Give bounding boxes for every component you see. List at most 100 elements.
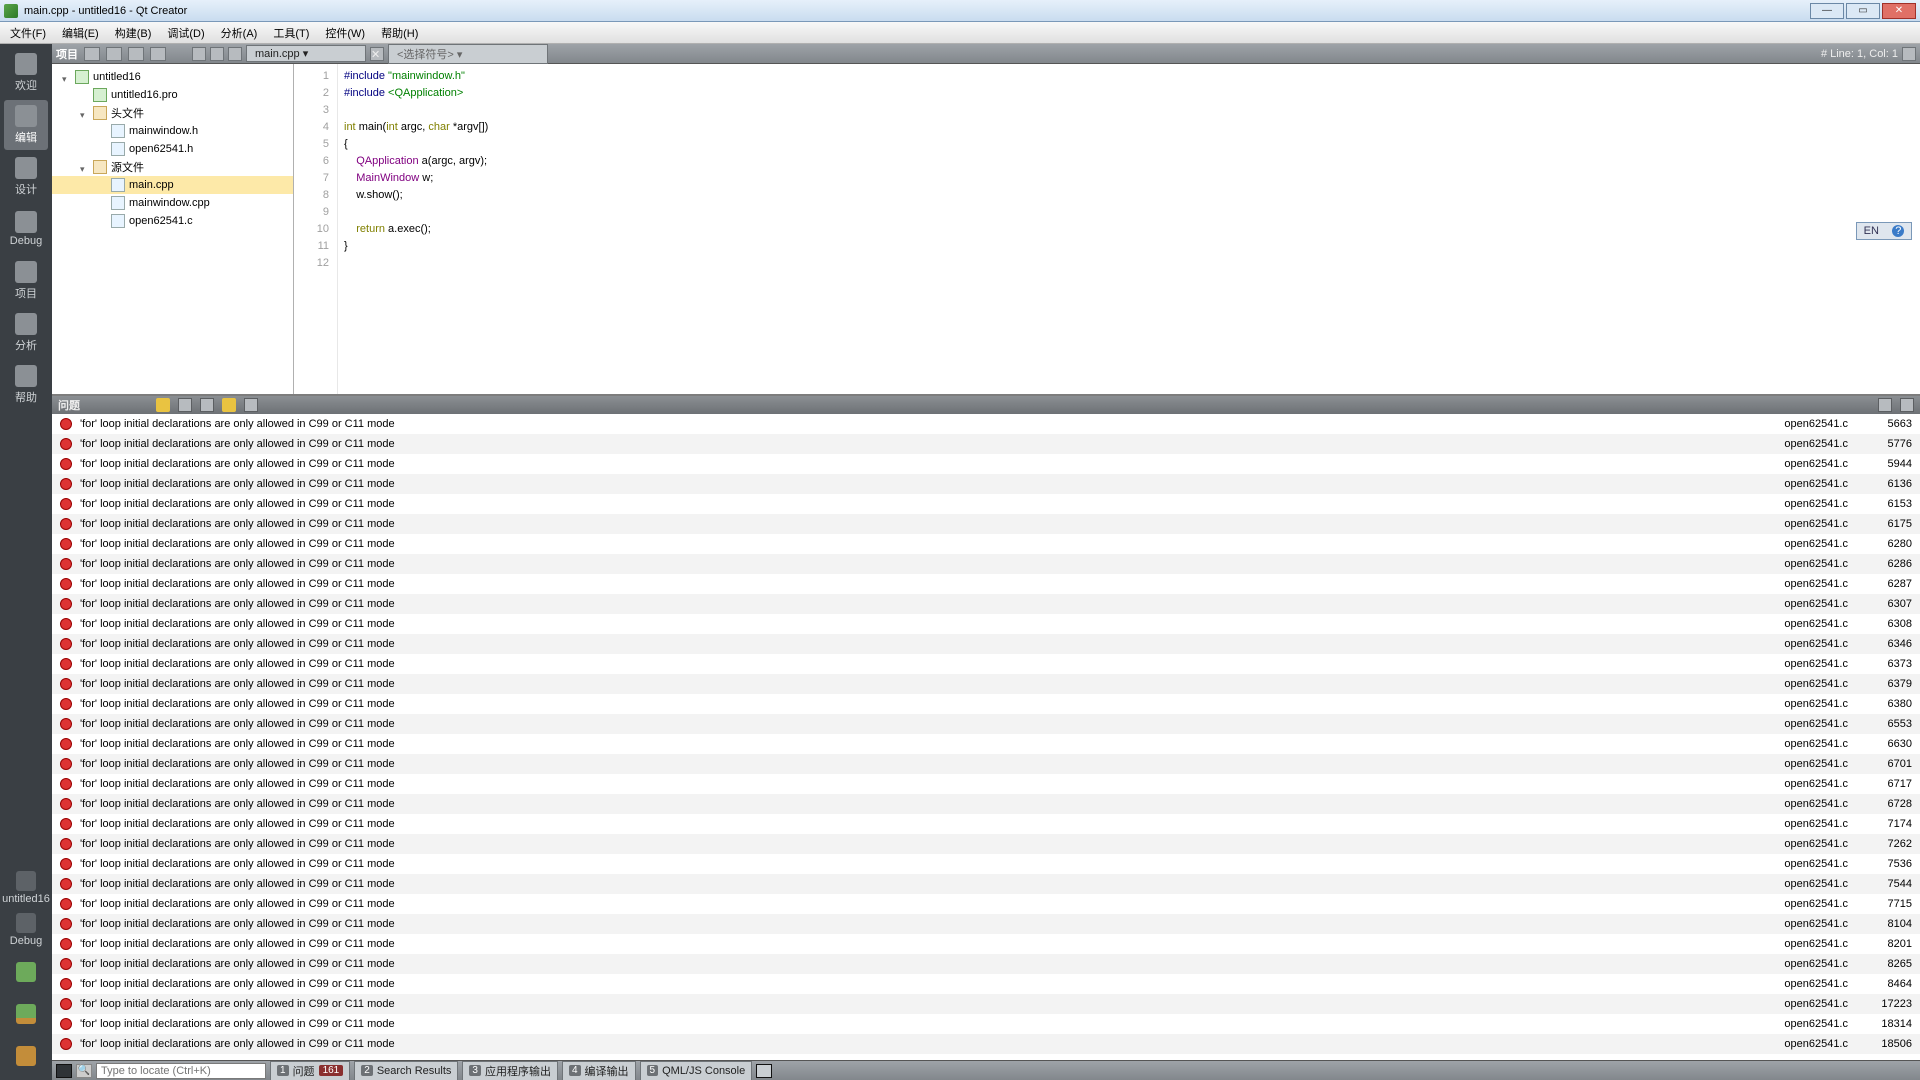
open-file-tab[interactable]: main.cpp ▾ [246,45,366,62]
progress-toggle-icon[interactable] [756,1064,772,1078]
build-button[interactable] [4,1036,48,1076]
tree-caret-icon[interactable] [62,73,71,82]
issue-row[interactable]: 'for' loop initial declarations are only… [52,874,1920,894]
issues-list[interactable]: 'for' loop initial declarations are only… [52,414,1920,1060]
issue-row[interactable]: 'for' loop initial declarations are only… [52,574,1920,594]
issue-row[interactable]: 'for' loop initial declarations are only… [52,1034,1920,1054]
output-tab[interactable]: 5QML/JS Console [640,1061,753,1080]
ime-help-icon[interactable]: ? [1892,225,1904,237]
menu-item[interactable]: 构建(B) [109,23,158,43]
editor-split-icon[interactable] [1902,47,1916,61]
issue-row[interactable]: 'for' loop initial declarations are only… [52,534,1920,554]
locator-input[interactable] [96,1063,266,1079]
issue-row[interactable]: 'for' loop initial declarations are only… [52,594,1920,614]
menu-item[interactable]: 工具(T) [267,23,315,43]
mode-welcome[interactable]: 欢迎 [4,48,48,98]
issues-filter-icon[interactable] [244,398,258,412]
issue-row[interactable]: 'for' loop initial declarations are only… [52,834,1920,854]
tree-project[interactable]: untitled16 [52,68,293,86]
issue-row[interactable]: 'for' loop initial declarations are only… [52,894,1920,914]
doc-list-icon[interactable] [228,47,242,61]
warning-filter-icon[interactable] [156,398,170,412]
warning-icon[interactable] [222,398,236,412]
tree-caret-icon[interactable] [98,181,107,190]
issue-row[interactable]: 'for' loop initial declarations are only… [52,794,1920,814]
tree-caret-icon[interactable] [80,91,89,100]
menu-item[interactable]: 编辑(E) [56,23,105,43]
issue-row[interactable]: 'for' loop initial declarations are only… [52,734,1920,754]
issue-row[interactable]: 'for' loop initial declarations are only… [52,414,1920,434]
issue-row[interactable]: 'for' loop initial declarations are only… [52,554,1920,574]
tree-folder[interactable]: 头文件 [52,104,293,122]
sync-icon[interactable] [106,47,122,61]
close-pane-icon[interactable] [150,47,166,61]
tree-caret-icon[interactable] [98,145,107,154]
issue-row[interactable]: 'for' loop initial declarations are only… [52,994,1920,1014]
tree-file[interactable]: open62541.h [52,140,293,158]
ime-language-bar[interactable]: EN ? [1856,222,1912,240]
tree-file[interactable]: main.cpp [52,176,293,194]
code-editor[interactable]: 123456789101112 #include "mainwindow.h"#… [294,64,1920,394]
issue-row[interactable]: 'for' loop initial declarations are only… [52,514,1920,534]
issue-row[interactable]: 'for' loop initial declarations are only… [52,774,1920,794]
menu-item[interactable]: 文件(F) [4,23,52,43]
tree-caret-icon[interactable] [98,127,107,136]
issues-minimize-icon[interactable] [1878,398,1892,412]
issue-row[interactable]: 'for' loop initial declarations are only… [52,694,1920,714]
mode-analyze[interactable]: 分析 [4,308,48,358]
mode-design[interactable]: 设计 [4,152,48,202]
menu-item[interactable]: 控件(W) [319,23,371,43]
output-tab[interactable]: 3应用程序输出 [462,1061,558,1080]
output-toggle-icon[interactable] [56,1064,72,1078]
tree-file[interactable]: mainwindow.h [52,122,293,140]
tree-project[interactable]: untitled16.pro [52,86,293,104]
issue-row[interactable]: 'for' loop initial declarations are only… [52,854,1920,874]
minimize-button[interactable]: — [1810,3,1844,19]
issue-row[interactable]: 'for' loop initial declarations are only… [52,494,1920,514]
close-file-icon[interactable]: ✕ [370,47,384,61]
issue-row[interactable]: 'for' loop initial declarations are only… [52,714,1920,734]
output-tab[interactable]: 1问题161 [270,1061,350,1080]
build-config[interactable]: Debug [4,910,48,950]
mode-projects[interactable]: 项目 [4,256,48,306]
output-tab[interactable]: 2Search Results [354,1061,458,1080]
project-tree[interactable]: untitled16untitled16.pro头文件mainwindow.ho… [52,64,294,394]
mode-edit[interactable]: 编辑 [4,100,48,150]
issue-row[interactable]: 'for' loop initial declarations are only… [52,1014,1920,1034]
symbol-selector[interactable]: <选择符号> ▾ [388,44,548,64]
tree-folder[interactable]: 源文件 [52,158,293,176]
tree-file[interactable]: mainwindow.cpp [52,194,293,212]
split-icon[interactable] [128,47,144,61]
nav-fwd-icon[interactable] [210,47,224,61]
issue-row[interactable]: 'for' loop initial declarations are only… [52,674,1920,694]
nav-back-icon[interactable] [192,47,206,61]
issue-row[interactable]: 'for' loop initial declarations are only… [52,454,1920,474]
issue-row[interactable]: 'for' loop initial declarations are only… [52,754,1920,774]
tree-caret-icon[interactable] [80,109,89,118]
issue-row[interactable]: 'for' loop initial declarations are only… [52,634,1920,654]
issues-next-icon[interactable] [200,398,214,412]
issue-row[interactable]: 'for' loop initial declarations are only… [52,914,1920,934]
filter-icon[interactable] [84,47,100,61]
tree-file[interactable]: open62541.c [52,212,293,230]
mode-debug[interactable]: Debug [4,204,48,254]
issue-row[interactable]: 'for' loop initial declarations are only… [52,474,1920,494]
run-button[interactable] [4,952,48,992]
tree-caret-icon[interactable] [80,163,89,172]
issue-row[interactable]: 'for' loop initial declarations are only… [52,814,1920,834]
issue-row[interactable]: 'for' loop initial declarations are only… [52,974,1920,994]
menu-item[interactable]: 帮助(H) [375,23,424,43]
issues-close-icon[interactable] [1900,398,1914,412]
issue-row[interactable]: 'for' loop initial declarations are only… [52,614,1920,634]
tree-caret-icon[interactable] [98,199,107,208]
issue-row[interactable]: 'for' loop initial declarations are only… [52,954,1920,974]
output-tab[interactable]: 4编译输出 [562,1061,636,1080]
close-button[interactable]: ✕ [1882,3,1916,19]
maximize-button[interactable]: ▭ [1846,3,1880,19]
menu-item[interactable]: 调试(D) [161,23,210,43]
tree-caret-icon[interactable] [98,217,107,226]
menu-item[interactable]: 分析(A) [215,23,264,43]
issue-row[interactable]: 'for' loop initial declarations are only… [52,434,1920,454]
issue-row[interactable]: 'for' loop initial declarations are only… [52,934,1920,954]
code-area[interactable]: #include "mainwindow.h"#include <QApplic… [338,64,1920,394]
